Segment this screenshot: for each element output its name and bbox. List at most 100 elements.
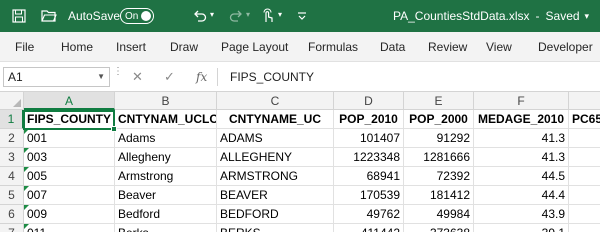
name-box[interactable]: A1 ▼ <box>3 67 110 87</box>
cell-c4[interactable]: ARMSTRONG <box>217 167 334 186</box>
cell-f1[interactable]: MEDAGE_2010 <box>474 110 569 129</box>
ribbon-tabs: File Home Insert Draw Page Layout Formul… <box>0 32 600 62</box>
cell-c6[interactable]: BEDFORD <box>217 205 334 224</box>
cell-d3[interactable]: 1223348 <box>334 148 404 167</box>
row-header-6[interactable]: 6 <box>0 205 24 224</box>
cell-d1[interactable]: POP_2010 <box>334 110 404 129</box>
document-title[interactable]: PA_CountiesStdData.xlsx - Saved ▾ <box>393 0 589 32</box>
toggle-knob <box>141 11 151 21</box>
row-header-3[interactable]: 3 <box>0 148 24 167</box>
cell-b2[interactable]: Adams <box>115 129 217 148</box>
cell-g1[interactable]: PC65 <box>569 110 600 129</box>
cell-b6[interactable]: Bedford <box>115 205 217 224</box>
cell-f3[interactable]: 41.3 <box>474 148 569 167</box>
cell-b5[interactable]: Beaver <box>115 186 217 205</box>
redo-dropdown-icon[interactable]: ▾ <box>246 10 250 19</box>
formula-bar-grip-icon[interactable]: ⋮ <box>113 67 123 77</box>
tab-page-layout[interactable]: Page Layout <box>221 32 288 62</box>
tab-review[interactable]: Review <box>428 32 467 62</box>
cell-b7[interactable]: Berks <box>115 224 217 232</box>
formula-input[interactable]: FIPS_COUNTY <box>230 67 314 87</box>
cell-g7[interactable] <box>569 224 600 232</box>
cell-c2[interactable]: ADAMS <box>217 129 334 148</box>
column-header-a[interactable]: A <box>24 92 115 110</box>
column-header-e[interactable]: E <box>404 92 474 110</box>
row-header-7[interactable]: 7 <box>0 224 24 232</box>
cell-d7[interactable]: 411442 <box>334 224 404 232</box>
autosave-label: AutoSave <box>68 9 121 23</box>
select-all-button[interactable] <box>0 92 24 110</box>
cell-c5[interactable]: BEAVER <box>217 186 334 205</box>
tab-developer[interactable]: Developer <box>538 32 593 62</box>
cell-a2[interactable]: 001 <box>24 129 115 148</box>
cell-a1[interactable]: FIPS_COUNTY <box>24 110 115 129</box>
cell-f4[interactable]: 44.5 <box>474 167 569 186</box>
enter-icon[interactable]: ✓ <box>164 67 175 87</box>
cell-d4[interactable]: 68941 <box>334 167 404 186</box>
cell-c1[interactable]: CNTYNAME_UC <box>217 110 334 129</box>
cell-d6[interactable]: 49762 <box>334 205 404 224</box>
cell-a4[interactable]: 005 <box>24 167 115 186</box>
cell-e5[interactable]: 181412 <box>404 186 474 205</box>
cell-g5[interactable] <box>569 186 600 205</box>
tab-formulas[interactable]: Formulas <box>308 32 358 62</box>
cell-b3[interactable]: Allegheny <box>115 148 217 167</box>
name-box-value: A1 <box>8 70 23 84</box>
column-header-c[interactable]: C <box>217 92 334 110</box>
column-header-f[interactable]: F <box>474 92 569 110</box>
cell-c7[interactable]: BERKS <box>217 224 334 232</box>
cell-a3[interactable]: 003 <box>24 148 115 167</box>
tab-file[interactable]: File <box>15 32 34 62</box>
chevron-down-icon: ▾ <box>584 10 590 21</box>
cell-f5[interactable]: 44.4 <box>474 186 569 205</box>
save-icon[interactable] <box>5 0 33 32</box>
cell-f6[interactable]: 43.9 <box>474 205 569 224</box>
tab-home[interactable]: Home <box>61 32 93 62</box>
cell-d2[interactable]: 101407 <box>334 129 404 148</box>
row-header-5[interactable]: 5 <box>0 186 24 205</box>
cell-e7[interactable]: 373638 <box>404 224 474 232</box>
undo-dropdown-icon[interactable]: ▾ <box>210 10 214 19</box>
cell-b4[interactable]: Armstrong <box>115 167 217 186</box>
customize-toolbar-icon[interactable] <box>288 0 316 32</box>
tab-draw[interactable]: Draw <box>170 32 198 62</box>
tab-data[interactable]: Data <box>380 32 405 62</box>
worksheet-grid: A B C D E F 1 2 3 4 5 6 7 FIPS_COUNTY CN… <box>0 92 600 232</box>
cell-f7[interactable]: 39.1 <box>474 224 569 232</box>
touch-dropdown-icon[interactable]: ▾ <box>278 10 282 19</box>
cell-a6[interactable]: 009 <box>24 205 115 224</box>
cell-c3[interactable]: ALLEGHENY <box>217 148 334 167</box>
cell-a7[interactable]: 011 <box>24 224 115 232</box>
title-bar: AutoSave On ▾ ▾ ▾ PA_CountiesStdData.xls… <box>0 0 600 32</box>
cell-e4[interactable]: 72392 <box>404 167 474 186</box>
autosave-toggle[interactable]: On <box>120 8 154 24</box>
cell-g3[interactable] <box>569 148 600 167</box>
column-header-b[interactable]: B <box>115 92 217 110</box>
cell-e2[interactable]: 91292 <box>404 129 474 148</box>
cell-b1[interactable]: CNTYNAM_UCLC <box>115 110 217 129</box>
open-folder-icon[interactable] <box>35 0 63 32</box>
cell-g4[interactable] <box>569 167 600 186</box>
row-header-4[interactable]: 4 <box>0 167 24 186</box>
insert-function-icon[interactable]: fx <box>196 67 207 87</box>
cell-e6[interactable]: 49984 <box>404 205 474 224</box>
cell-g6[interactable] <box>569 205 600 224</box>
cell-a5[interactable]: 007 <box>24 186 115 205</box>
row-header-1[interactable]: 1 <box>0 110 24 129</box>
formula-bar: A1 ▼ ⋮ ✕ ✓ fx FIPS_COUNTY <box>0 62 600 92</box>
title-separator: - <box>535 9 540 23</box>
cell-e3[interactable]: 1281666 <box>404 148 474 167</box>
tab-insert[interactable]: Insert <box>116 32 146 62</box>
row-header-2[interactable]: 2 <box>0 129 24 148</box>
chevron-down-icon[interactable]: ▼ <box>97 68 105 86</box>
tab-view[interactable]: View <box>486 32 512 62</box>
cell-g2[interactable] <box>569 129 600 148</box>
cell-f2[interactable]: 41.3 <box>474 129 569 148</box>
cell-d5[interactable]: 170539 <box>334 186 404 205</box>
cell-e1[interactable]: POP_2000 <box>404 110 474 129</box>
formula-bar-divider <box>217 68 218 86</box>
cancel-icon[interactable]: ✕ <box>132 67 143 87</box>
column-header-d[interactable]: D <box>334 92 404 110</box>
autosave-state: On <box>125 10 139 22</box>
column-header-g[interactable] <box>569 92 600 110</box>
